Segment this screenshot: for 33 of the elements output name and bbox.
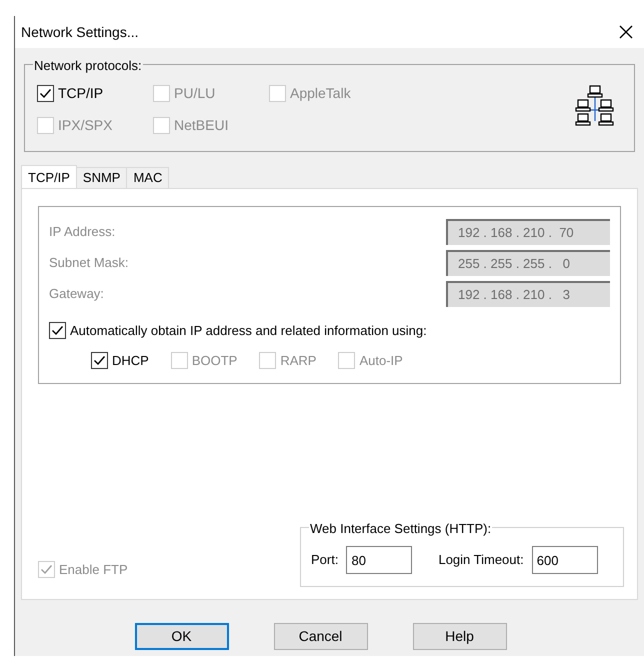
checkbox-label: DHCP [112,352,149,370]
field-label: Gateway: [49,285,104,304]
checkbox[interactable] [49,322,66,340]
checkmark-icon [51,324,64,338]
window-title: Network Settings... [21,22,138,42]
checkbox[interactable] [91,352,108,369]
dialog-button[interactable]: Help [412,623,506,650]
checkbox-label: Enable FTP [59,560,128,578]
checkbox-label: Auto-IP [359,352,403,370]
dialog-button[interactable]: Cancel [274,623,368,650]
field-label: IP Address: [49,223,116,242]
checkbox-label: NetBEUI [174,116,228,135]
field-label: Subnet Mask: [49,254,128,272]
checkbox-label: RARP [280,352,316,370]
checkmark-icon [93,354,106,367]
port-field[interactable]: 80 [346,546,412,574]
checkbox-label: BOOTP [192,352,238,370]
tab[interactable]: MAC [126,167,170,188]
checkbox-label: TCP/IP [58,84,104,103]
checkbox[interactable] [37,85,54,102]
checkmark-icon [39,87,52,100]
field-label: Port: [311,551,338,570]
dialog-button[interactable]: OK [134,623,228,650]
timeout-field[interactable]: 600 [532,546,598,574]
checkbox-label: Automatically obtain IP address and related information using: [70,322,427,340]
close-icon [619,25,633,39]
checkbox-label: IPX/SPX [58,116,112,135]
checkbox-label: PU/LU [174,84,216,103]
field-label: Login Timeout: [438,551,524,570]
checkmark-icon [40,562,53,576]
checkbox-label: AppleTalk [290,84,351,103]
tab[interactable]: TCP/IP [21,165,77,189]
network-icon [574,85,616,127]
